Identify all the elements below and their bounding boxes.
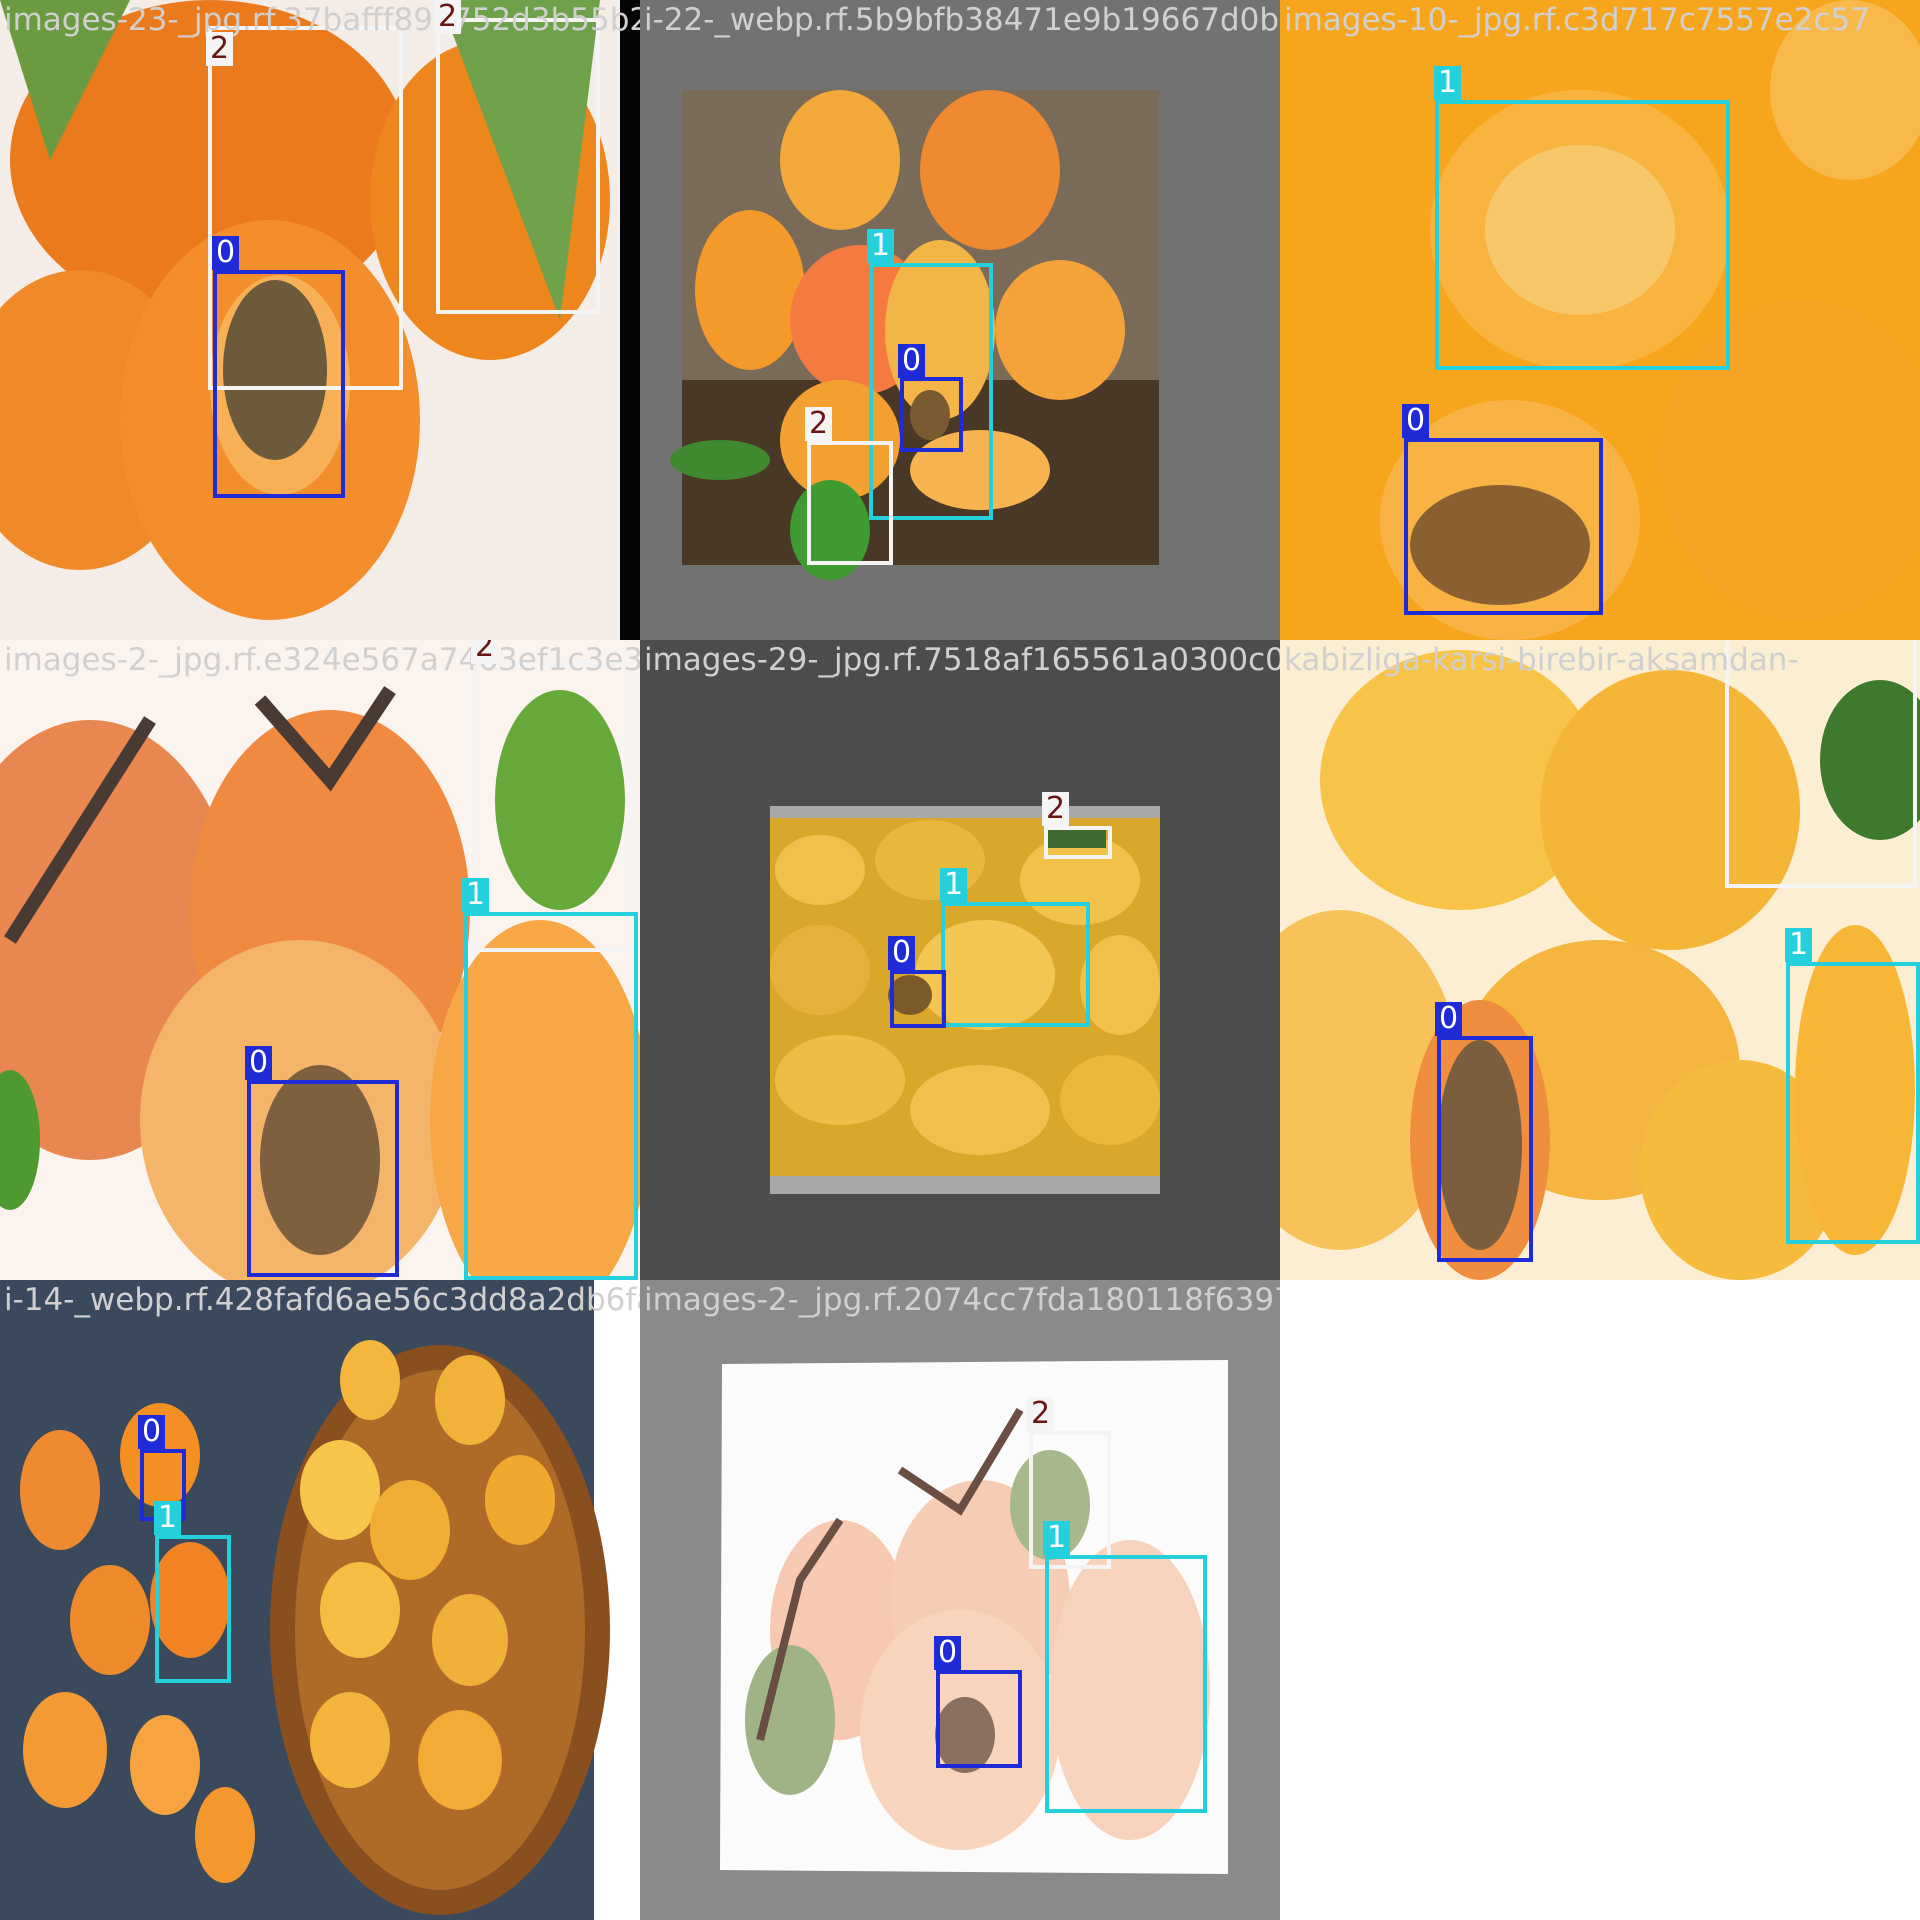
bbox-class-0 xyxy=(247,1080,399,1277)
tile-filename: i-14-_webp.rf.428fafd6ae56c3dd8a2db6fa1e xyxy=(4,1282,640,1318)
bbox-label: 2 xyxy=(1042,792,1070,826)
tile-filename: kabizliga-karsi-birebir-aksamdan- xyxy=(1284,642,1799,678)
bbox-label: 0 xyxy=(245,1046,273,1080)
bbox-class-0 xyxy=(1404,438,1603,615)
bbox-class-2 xyxy=(1044,826,1112,859)
bbox-class-1 xyxy=(1435,100,1730,370)
detection-mosaic: images-23-_jpg.rf.37bafff89e752d3b55b27 … xyxy=(0,0,1920,1920)
bbox-class-0 xyxy=(936,1670,1022,1768)
bbox-label: 1 xyxy=(1785,928,1813,962)
bbox-label: 1 xyxy=(462,878,490,912)
bbox-label: 2 xyxy=(1027,1397,1055,1431)
bbox-class-2 xyxy=(807,441,893,565)
bbox-class-1 xyxy=(464,912,638,1280)
bbox-class-0 xyxy=(213,270,345,498)
bbox-class-1 xyxy=(1045,1555,1207,1813)
tile-filename: images-29-_jpg.rf.7518af165561a0300c0a xyxy=(644,642,1280,678)
bbox-label: 1 xyxy=(1434,66,1462,100)
bbox-class-1 xyxy=(1786,962,1920,1244)
tile-8: images-2-_jpg.rf.2074cc7fda180118f63970e… xyxy=(640,1280,1280,1920)
apricot-image xyxy=(0,1280,640,1920)
bbox-label: 1 xyxy=(940,868,968,902)
bbox-label: 0 xyxy=(888,936,916,970)
bbox-label: 2 xyxy=(206,32,234,66)
bbox-class-1 xyxy=(941,902,1090,1027)
bbox-class-2 xyxy=(473,662,633,952)
tile-2: i-22-_webp.rf.5b9bfb38471e9b19667d0b449e… xyxy=(640,0,1280,640)
bbox-label: 0 xyxy=(1435,1002,1463,1036)
bbox-label: 0 xyxy=(898,344,926,378)
bbox-label: 1 xyxy=(154,1501,182,1535)
bbox-class-0 xyxy=(890,970,946,1028)
tile-filename: images-23-_jpg.rf.37bafff89e752d3b55b27 xyxy=(4,2,640,38)
bbox-label: 1 xyxy=(1043,1521,1071,1555)
tile-7: i-14-_webp.rf.428fafd6ae56c3dd8a2db6fa1e… xyxy=(0,1280,640,1920)
tile-filename: images-2-_jpg.rf.2074cc7fda180118f63970e xyxy=(644,1282,1280,1318)
bbox-class-2 xyxy=(436,18,600,314)
tile-filename: images-2-_jpg.rf.e324e567a7463ef1c3e383e xyxy=(4,642,640,678)
tile-filename: images-10-_jpg.rf.c3d717c7557e2c57 xyxy=(1284,2,1870,38)
bbox-class-1 xyxy=(155,1535,231,1683)
bbox-label: 2 xyxy=(805,407,833,441)
tile-6: kabizliga-karsi-birebir-aksamdan- 2 1 0 xyxy=(1280,640,1920,1280)
tile-filename: i-22-_webp.rf.5b9bfb38471e9b19667d0b449e xyxy=(644,2,1280,38)
tile-3: images-10-_jpg.rf.c3d717c7557e2c57 1 0 xyxy=(1280,0,1920,640)
bbox-label: 0 xyxy=(934,1636,962,1670)
bbox-label: 2 xyxy=(434,0,462,34)
bbox-class-0 xyxy=(900,377,963,452)
tile-5: images-29-_jpg.rf.7518af165561a0300c0a 2… xyxy=(640,640,1280,1280)
tile-1: images-23-_jpg.rf.37bafff89e752d3b55b27 … xyxy=(0,0,640,640)
bbox-class-0 xyxy=(1437,1036,1533,1262)
bbox-label: 1 xyxy=(867,229,895,263)
bbox-label: 0 xyxy=(1402,404,1430,438)
bbox-label: 0 xyxy=(212,236,240,270)
bbox-label: 0 xyxy=(138,1415,166,1449)
bbox-label: 2 xyxy=(471,640,499,664)
tile-4: images-2-_jpg.rf.e324e567a7463ef1c3e383e… xyxy=(0,640,640,1280)
